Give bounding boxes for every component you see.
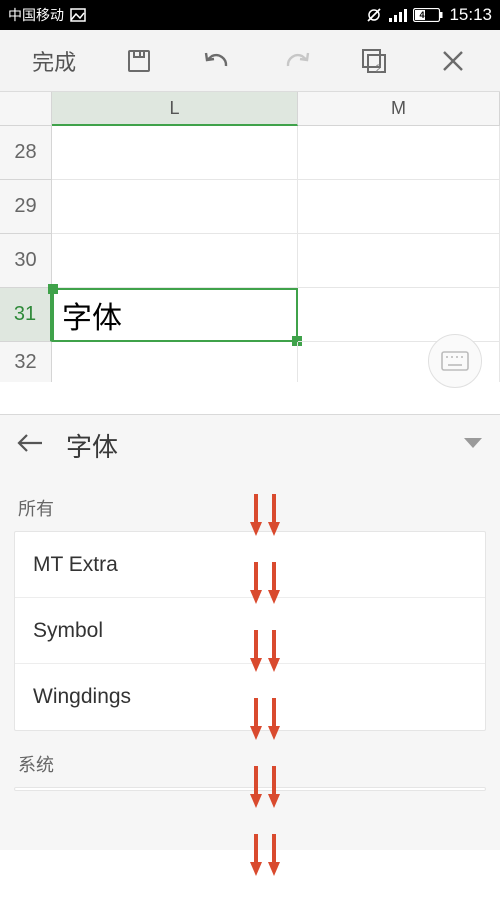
col-header-L[interactable]: L <box>52 92 298 126</box>
redo-button[interactable] <box>268 37 324 85</box>
panel-title: 字体 <box>66 427 440 464</box>
cell[interactable] <box>298 234 500 288</box>
section-system-label: 系统 <box>0 731 500 787</box>
carrier-label: 中国移动 <box>8 5 64 25</box>
cell[interactable] <box>52 234 298 288</box>
select-all-corner[interactable] <box>0 92 52 126</box>
section-all-label: 所有 <box>0 475 500 531</box>
battery-pct: 43 <box>419 10 429 20</box>
status-bar: 中国移动 43 15:13 <box>0 0 500 30</box>
cell[interactable] <box>298 288 500 342</box>
font-item[interactable]: Wingdings <box>15 664 485 730</box>
font-list-all: MT Extra Symbol Wingdings <box>14 531 486 731</box>
vibrate-icon <box>365 7 383 23</box>
done-button[interactable]: 完成 <box>19 37 89 85</box>
row-header[interactable]: 30 <box>0 234 52 288</box>
signal-icon <box>389 8 407 22</box>
selected-cell[interactable]: 字体 <box>52 288 298 342</box>
cell[interactable] <box>52 342 298 382</box>
col-header-M[interactable]: M <box>298 92 500 126</box>
app-toolbar: 完成 2 <box>0 30 500 92</box>
row-header[interactable]: 28 <box>0 126 52 180</box>
selection-handle-tl[interactable] <box>48 284 58 294</box>
save-button[interactable] <box>111 37 167 85</box>
copy-stack-button[interactable]: 2 <box>346 37 402 85</box>
keyboard-fab[interactable] <box>428 334 482 388</box>
panel-back-button[interactable] <box>16 432 44 459</box>
cell[interactable] <box>298 126 500 180</box>
panel-collapse-button[interactable] <box>462 436 484 455</box>
picture-icon <box>70 8 86 22</box>
font-item[interactable]: Symbol <box>15 598 485 664</box>
cell-value: 字体 <box>62 293 122 337</box>
clock: 15:13 <box>449 5 492 25</box>
font-panel: 字体 所有 MT Extra Symbol Wingdings 系统 <box>0 414 500 850</box>
font-item[interactable]: MT Extra <box>15 532 485 598</box>
row-header[interactable]: 31 <box>0 288 52 342</box>
cell[interactable] <box>298 180 500 234</box>
undo-button[interactable] <box>190 37 246 85</box>
row-header[interactable]: 29 <box>0 180 52 234</box>
close-button[interactable] <box>425 37 481 85</box>
cell[interactable] <box>52 126 298 180</box>
row-header[interactable]: 32 <box>0 342 52 382</box>
font-list-system <box>14 787 486 791</box>
cell[interactable] <box>52 180 298 234</box>
spreadsheet[interactable]: L M 28 29 30 31 字体 32 <box>0 92 500 414</box>
copy-count: 2 <box>375 63 381 75</box>
battery-icon: 43 <box>413 8 443 22</box>
